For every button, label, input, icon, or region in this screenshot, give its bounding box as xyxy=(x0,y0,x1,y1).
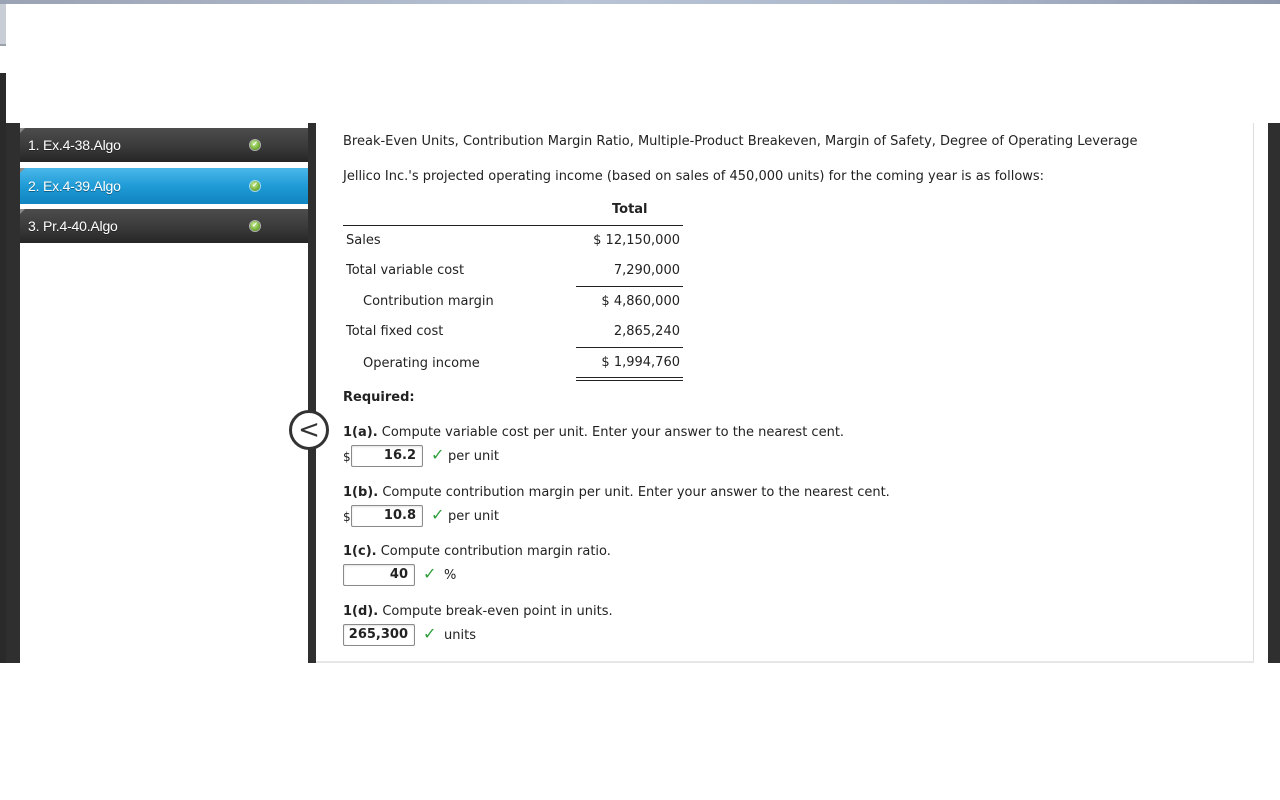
row-value-fixed-cost: 2,865,240 xyxy=(613,324,680,339)
row-value-variable-cost: 7,290,000 xyxy=(613,263,680,278)
sidebar-item-pr-4-40[interactable]: 3. Pr.4-40.Algo ✓ xyxy=(20,209,308,243)
currency-prefix: $ xyxy=(343,450,351,464)
question-1a: 1(a). Compute variable cost per unit. En… xyxy=(343,425,844,440)
correct-check-icon: ✓ xyxy=(423,624,437,643)
subtotal-rule xyxy=(576,347,683,348)
content-gutter xyxy=(1254,123,1268,663)
correct-check-icon: ✓ xyxy=(431,505,445,524)
row-label-variable-cost: Total variable cost xyxy=(346,263,465,278)
assignment-frame: 1. Ex.4-38.Algo ✓ 2. Ex.4-39.Algo ✓ 3. P… xyxy=(6,123,1280,663)
window-edge xyxy=(0,4,6,46)
corner-notch xyxy=(20,128,25,133)
row-label-contribution-margin: Contribution margin xyxy=(363,294,494,309)
correct-check-icon: ✓ xyxy=(423,564,437,583)
question-1b: 1(b). Compute contribution margin per un… xyxy=(343,485,890,500)
corner-notch xyxy=(20,168,25,173)
question-text: Compute contribution margin ratio. xyxy=(376,544,611,559)
unit-suffix: % xyxy=(444,568,457,583)
unit-suffix: units xyxy=(444,628,476,643)
double-rule-bottom xyxy=(576,380,683,381)
question-intro: Jellico Inc.'s projected operating incom… xyxy=(343,169,1045,184)
unit-suffix: per unit xyxy=(448,449,499,464)
question-id: 1(a). xyxy=(343,425,378,440)
table-header-total: Total xyxy=(612,202,648,217)
currency-prefix: $ xyxy=(343,510,351,524)
double-rule-top xyxy=(576,377,683,378)
unit-suffix: per unit xyxy=(448,509,499,524)
question-id: 1(c). xyxy=(343,544,377,559)
required-heading: Required: xyxy=(343,390,415,405)
question-text: Compute variable cost per unit. Enter yo… xyxy=(377,425,845,440)
row-label-fixed-cost: Total fixed cost xyxy=(346,324,444,339)
sidebar-item-label: 1. Ex.4-38.Algo xyxy=(28,137,121,153)
row-value-sales: $ 12,150,000 xyxy=(593,233,680,248)
panel-divider xyxy=(308,123,316,663)
question-title: Break-Even Units, Contribution Margin Ra… xyxy=(343,134,1138,149)
right-frame-bar xyxy=(1268,123,1280,663)
completed-check-icon: ✓ xyxy=(250,140,260,150)
completed-check-icon: ✓ xyxy=(250,181,260,191)
question-1c: 1(c). Compute contribution margin ratio. xyxy=(343,544,611,559)
answer-input-1d[interactable]: 265,300 xyxy=(343,624,415,646)
chevron-left-icon: < xyxy=(298,415,320,445)
corner-notch xyxy=(20,209,25,214)
question-id: 1(d). xyxy=(343,604,379,619)
correct-check-icon: ✓ xyxy=(431,445,445,464)
subtotal-rule xyxy=(576,286,683,287)
question-text: Compute break-even point in units. xyxy=(378,604,613,619)
question-1d: 1(d). Compute break-even point in units. xyxy=(343,604,613,619)
question-text: Compute contribution margin per unit. En… xyxy=(378,485,890,500)
answer-input-1c[interactable]: 40 xyxy=(343,564,415,586)
answer-input-1b[interactable]: 10.8 xyxy=(351,505,423,527)
sidebar-item-label: 3. Pr.4-40.Algo xyxy=(28,218,118,234)
row-label-sales: Sales xyxy=(346,233,381,248)
collapse-panel-button[interactable]: < xyxy=(289,410,329,450)
row-value-operating-income: $ 1,994,760 xyxy=(601,355,680,370)
completed-check-icon: ✓ xyxy=(250,221,260,231)
question-navigation-panel: 1. Ex.4-38.Algo ✓ 2. Ex.4-39.Algo ✓ 3. P… xyxy=(20,123,308,663)
row-value-contribution-margin: $ 4,860,000 xyxy=(601,294,680,309)
sidebar-item-ex-4-39[interactable]: 2. Ex.4-39.Algo ✓ xyxy=(20,168,308,204)
sidebar-item-ex-4-38[interactable]: 1. Ex.4-38.Algo ✓ xyxy=(20,128,308,162)
content-bottom-border xyxy=(316,661,1254,663)
row-label-operating-income: Operating income xyxy=(363,356,480,371)
sidebar-item-label: 2. Ex.4-39.Algo xyxy=(28,178,121,194)
answer-input-1a[interactable]: 16.2 xyxy=(351,445,423,467)
header-area xyxy=(6,4,1280,123)
table-header-rule xyxy=(343,225,683,226)
question-content: Break-Even Units, Contribution Margin Ra… xyxy=(316,123,1254,663)
question-id: 1(b). xyxy=(343,485,379,500)
